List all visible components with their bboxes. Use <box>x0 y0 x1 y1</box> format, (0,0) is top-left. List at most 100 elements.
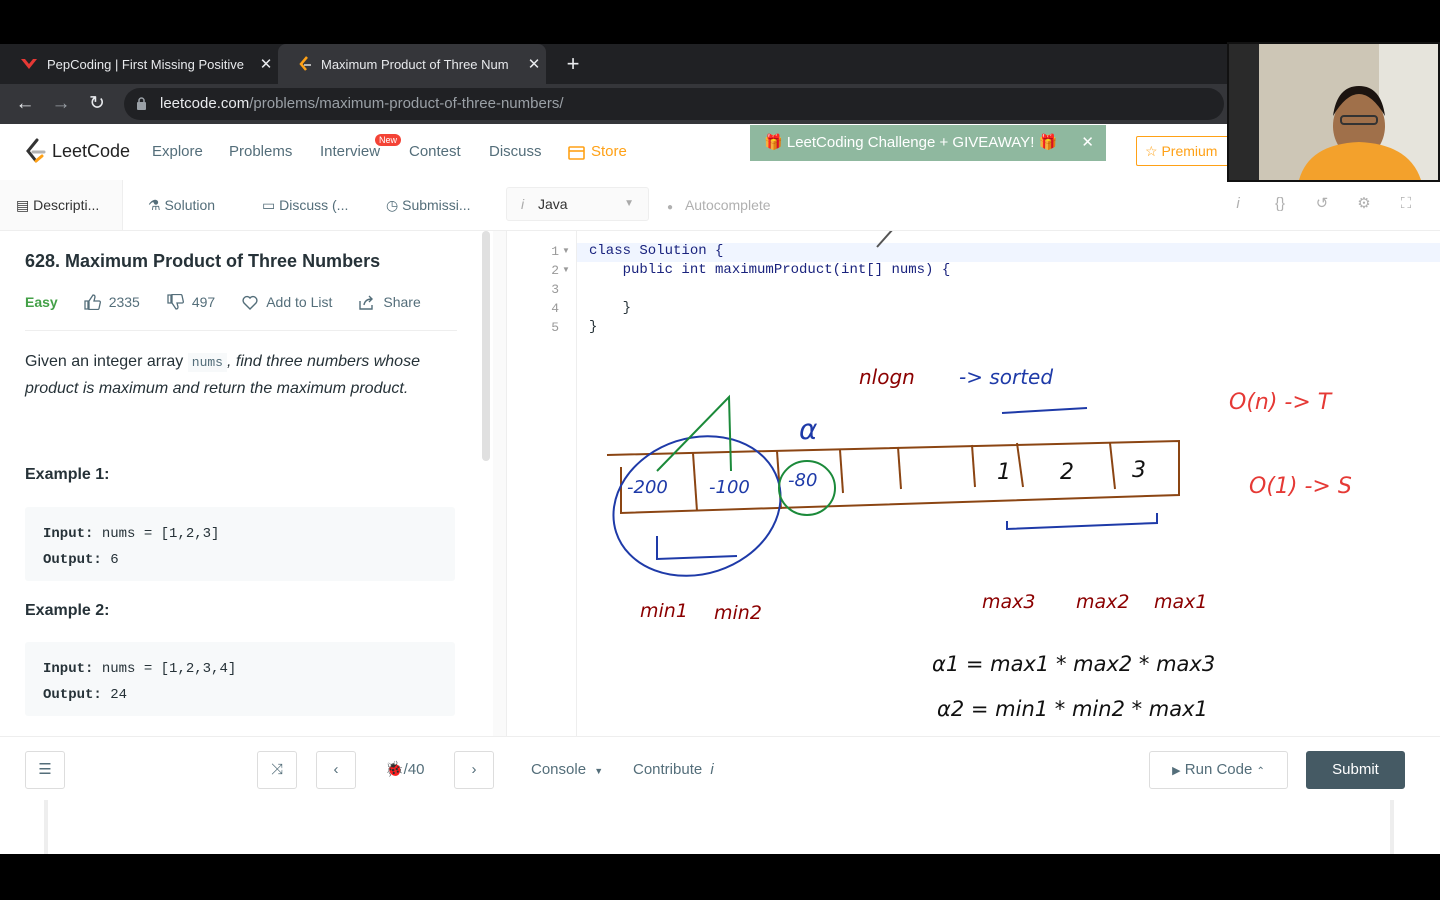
array-cell: -80 <box>788 470 817 491</box>
panel-resize-handle[interactable] <box>493 231 507 736</box>
language-value: Java <box>538 196 568 212</box>
nav-explore[interactable]: Explore <box>152 124 203 180</box>
divider <box>44 800 48 854</box>
premium-label: Premium <box>1161 143 1218 159</box>
contribute-label: Contribute <box>633 761 703 778</box>
run-code-button[interactable]: ▶ Run Code ⌃ <box>1149 751 1288 789</box>
dislike-button[interactable]: 497 <box>167 294 215 310</box>
play-icon: ▶ <box>1172 765 1181 777</box>
description-panel: 628. Maximum Product of Three Numbers Ea… <box>0 231 493 736</box>
annotation-overlay: nlogn -> sorted O(n) -> T O(1) -> S α -2… <box>606 231 1352 721</box>
browser-tab-pepcoding[interactable]: PepCoding | First Missing Positive ✕ <box>0 44 278 84</box>
chevron-left-icon: ‹ <box>333 761 339 778</box>
browser-tab-bar: PepCoding | First Missing Positive ✕ Max… <box>0 44 1440 84</box>
reset-icon[interactable]: ↺ <box>1312 194 1332 214</box>
pepcoding-favicon-icon <box>21 59 37 69</box>
tab-discuss[interactable]: ▭ Discuss (... <box>262 180 348 230</box>
submit-button[interactable]: Submit <box>1306 751 1405 789</box>
star-icon: ☆ <box>1145 143 1158 159</box>
description-scrollbar[interactable] <box>482 231 490 461</box>
caret-down-icon: ▼ <box>594 766 604 776</box>
share-icon <box>359 295 374 310</box>
tab-close-icon[interactable]: ✕ <box>522 55 546 73</box>
webcam-overlay <box>1227 42 1440 182</box>
thumbs-down-icon <box>167 294 184 310</box>
annotation-min2: min2 <box>714 602 762 624</box>
language-select[interactable]: i Java ▼ <box>506 187 649 221</box>
divider <box>25 330 457 331</box>
next-problem-button[interactable]: › <box>454 751 494 789</box>
gift-icon: 🎁 <box>1038 134 1058 151</box>
output-value: 24 <box>110 687 128 703</box>
presenter-video-image <box>1229 44 1438 180</box>
desc-code: nums <box>187 353 227 372</box>
leetcode-favicon-icon <box>299 56 311 71</box>
contribute-link[interactable]: Contribute i <box>633 751 714 789</box>
annotation-nlogn: nlogn <box>859 365 915 389</box>
reload-icon[interactable]: ↻ <box>81 84 113 124</box>
settings-gear-icon[interactable]: ⚙ <box>1354 194 1374 214</box>
browser-tab-leetcode[interactable]: Maximum Product of Three Num ✕ <box>278 44 546 84</box>
tab-close-icon[interactable]: ✕ <box>254 55 278 73</box>
panel-toolbar: ▤ Descripti... ⚗ Solution ▭ Discuss (...… <box>0 180 1440 231</box>
leetcode-logo[interactable]: LeetCode <box>24 136 130 166</box>
shuffle-icon: ⤨ <box>270 761 283 778</box>
prev-problem-button[interactable]: ‹ <box>316 751 356 789</box>
info-icon: i <box>710 761 714 778</box>
dot-icon: ● <box>667 202 674 213</box>
nav-store[interactable]: Store <box>568 124 627 180</box>
code-braces-icon[interactable]: {} <box>1270 194 1290 214</box>
chevron-down-icon: ▼ <box>624 198 634 209</box>
thumbs-up-icon <box>84 294 101 310</box>
input-value: nums = [1,2,3] <box>101 526 220 542</box>
forward-arrow-icon[interactable]: → <box>45 84 77 124</box>
console-toggle[interactable]: Console ▼ <box>531 751 603 790</box>
tab-description[interactable]: ▤ Descripti... <box>0 180 123 230</box>
input-value: nums = [1,2,3,4] <box>101 661 237 677</box>
example-box: Input: nums = [1,2,3] Output: 6 <box>25 507 455 581</box>
array-cell: 3 <box>1132 458 1146 483</box>
challenge-banner[interactable]: 🎁 LeetCoding Challenge + GIVEAWAY! 🎁 ✕ <box>750 125 1106 161</box>
info-icon[interactable]: i <box>1228 194 1248 214</box>
tab-label: Submissi... <box>402 197 471 213</box>
autocomplete-toggle[interactable]: ● Autocomplete <box>667 180 771 233</box>
nav-contest[interactable]: Contest <box>409 124 461 180</box>
new-tab-button[interactable]: + <box>560 44 586 84</box>
autocomplete-label: Autocomplete <box>684 197 771 213</box>
premium-button[interactable]: ☆ Premium <box>1136 136 1236 166</box>
tab-title: Maximum Product of Three Num <box>321 56 509 72</box>
banner-close-icon[interactable]: ✕ <box>1081 125 1094 161</box>
shuffle-button[interactable]: ⤨ <box>257 751 297 789</box>
annotation-equation-1: α1 = max1 * max2 * max3 <box>932 652 1215 676</box>
code-editor[interactable]: 1 ▼ 2 ▼ 3 4 5 class Solution { public in… <box>507 231 1440 736</box>
difficulty-badge: Easy <box>25 294 58 310</box>
add-to-list-label: Add to List <box>266 294 333 310</box>
url-field[interactable]: leetcode.com/problems/maximum-product-of… <box>124 88 1224 120</box>
problem-list-button[interactable]: ☰ <box>25 751 65 789</box>
dislikes-count: 497 <box>191 294 216 310</box>
tab-title: PepCoding | First Missing Positive <box>47 56 245 72</box>
chevron-right-icon: › <box>471 761 477 778</box>
nav-interview[interactable]: Interview <box>320 124 380 180</box>
tab-submissions[interactable]: ◷ Submissi... <box>386 180 471 230</box>
share-button[interactable]: Share <box>359 294 421 310</box>
list-icon: ☰ <box>38 761 52 778</box>
array-cell: -200 <box>627 477 668 498</box>
gift-icon: 🎁 <box>764 134 783 151</box>
fullscreen-icon[interactable]: ⛶ <box>1396 194 1416 214</box>
output-value: 6 <box>110 552 119 568</box>
back-arrow-icon[interactable]: ← <box>9 84 41 124</box>
desc-text: Given an integer array <box>25 353 184 370</box>
comment-icon: ▭ <box>262 197 276 213</box>
tab-solution[interactable]: ⚗ Solution <box>148 180 215 230</box>
array-cell: -100 <box>709 477 750 498</box>
pen-cursor-icon <box>876 231 893 248</box>
heart-icon <box>242 295 258 310</box>
annotation-max1: max1 <box>1154 591 1207 613</box>
nav-discuss[interactable]: Discuss <box>489 124 542 180</box>
annotation-max3: max3 <box>982 591 1035 613</box>
annotation-equation-2: α2 = min1 * min2 * max1 <box>937 697 1208 721</box>
add-to-list-button[interactable]: Add to List <box>242 294 332 310</box>
like-button[interactable]: 2335 <box>84 294 140 310</box>
nav-problems[interactable]: Problems <box>229 124 292 180</box>
